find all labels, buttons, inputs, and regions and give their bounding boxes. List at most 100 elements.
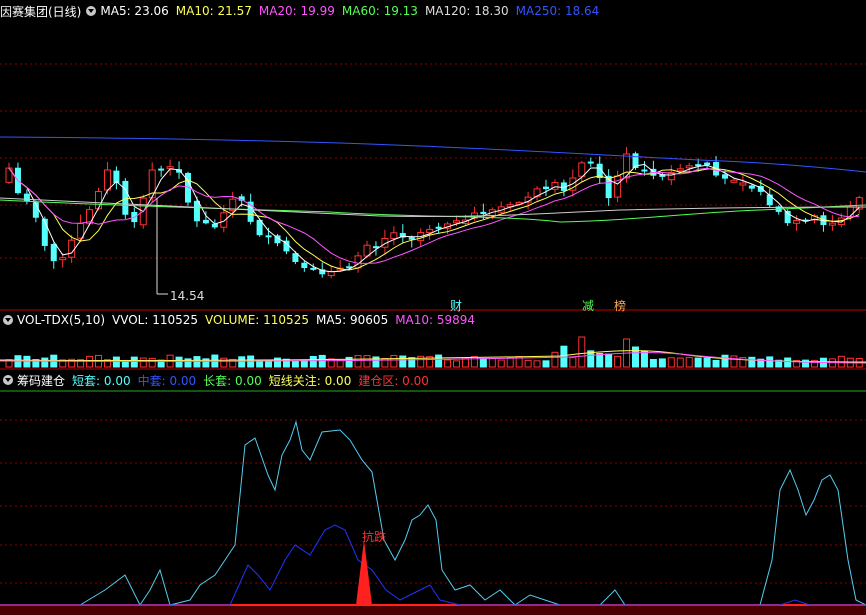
volume-bar — [667, 357, 675, 368]
volume-bar — [175, 356, 183, 368]
candle-body-down — [265, 235, 272, 238]
candle-body-down — [122, 180, 129, 215]
candle-body-down — [310, 267, 317, 270]
volume-bar — [256, 360, 264, 368]
candle-body-up — [676, 168, 684, 172]
volume-bar — [748, 356, 756, 368]
volume-bar — [139, 357, 147, 368]
candle-body-up — [390, 232, 398, 240]
volume-bar — [479, 358, 487, 368]
candle-body-down — [587, 161, 594, 164]
volume-bar — [542, 360, 550, 368]
candle-body-down — [722, 174, 728, 179]
volume-bar — [569, 357, 577, 368]
volume-bar — [274, 357, 281, 368]
volume-bar — [148, 357, 156, 368]
candle-body-up — [166, 166, 174, 170]
volume-bar — [470, 356, 478, 368]
volume-bar — [721, 354, 729, 368]
candle-body-up — [220, 212, 228, 228]
event-marker-bang[interactable]: 榜 — [614, 297, 626, 314]
ma120-line — [0, 197, 866, 218]
low-price-marker: 14.54 — [170, 289, 205, 303]
candle-body-up — [614, 175, 622, 198]
volume-bar — [130, 356, 138, 368]
volume-bar — [291, 360, 299, 368]
volume-bar — [676, 357, 684, 368]
volume-bar — [766, 356, 774, 368]
volume-bar — [640, 350, 648, 368]
volume-bar — [390, 355, 398, 368]
volume-bar — [658, 358, 666, 368]
short-trap-line — [0, 420, 866, 606]
candle-body-up — [68, 239, 76, 258]
candle-body-up — [837, 217, 845, 226]
volume-bar — [605, 353, 613, 368]
candle-body-up — [578, 162, 586, 177]
candle-body-down — [158, 168, 165, 171]
volume-bar — [309, 355, 317, 368]
volume-bar — [497, 359, 505, 368]
volume-bar — [578, 336, 586, 368]
volume-bar — [694, 357, 702, 368]
stock-chart-canvas[interactable] — [0, 0, 866, 615]
candle-body-down — [435, 226, 442, 229]
volume-bar — [551, 351, 559, 368]
volume-bar — [363, 355, 371, 368]
volume-bar — [730, 355, 738, 368]
event-marker-jian[interactable]: 减 — [582, 297, 594, 314]
candle-body-down — [480, 211, 487, 214]
volume-bar — [399, 355, 407, 368]
event-marker-cai[interactable]: 财 — [450, 297, 462, 314]
candle-body-down — [41, 218, 48, 246]
candle-body-up — [453, 220, 460, 224]
candle-body-down — [50, 243, 57, 262]
volume-bar — [336, 360, 344, 368]
candle-body-up — [730, 179, 738, 183]
candle-body-up — [103, 169, 111, 191]
signal-label: 抗跌 — [362, 530, 387, 544]
candle-body-up — [426, 228, 434, 234]
candle-body-down — [766, 194, 773, 206]
candle-body-up — [828, 222, 836, 226]
volume-bar — [533, 360, 541, 368]
candle-body-up — [685, 165, 693, 169]
volume-bar — [614, 355, 622, 368]
volume-bar — [408, 357, 416, 368]
volume-bar — [23, 355, 31, 368]
candle-body-up — [95, 191, 102, 210]
volume-bar — [453, 360, 460, 368]
candle-body-down — [23, 193, 30, 202]
volume-bar — [435, 354, 443, 368]
candle-body-up — [59, 257, 67, 261]
ma250-line — [0, 136, 866, 173]
volume-bar — [112, 356, 120, 368]
volume-bar — [461, 358, 469, 368]
accumulation-spike — [356, 540, 372, 605]
volume-bar — [712, 359, 720, 368]
volume-bar — [649, 359, 657, 368]
candle-body-up — [623, 153, 631, 179]
candle-body-up — [739, 182, 747, 186]
volume-bar — [354, 355, 362, 368]
candle-body-up — [846, 206, 854, 218]
candle-body-down — [202, 219, 209, 224]
candle-body-down — [704, 162, 711, 165]
volume-bar — [524, 359, 532, 368]
candle-body-down — [301, 262, 308, 268]
candle-body-down — [543, 186, 549, 190]
volume-bar — [596, 352, 604, 368]
volume-bar — [632, 346, 639, 368]
candle-body-down — [641, 169, 648, 172]
volume-bar — [488, 357, 496, 368]
volume-bar — [685, 357, 693, 368]
volume-bar — [703, 357, 711, 368]
volume-bar — [444, 359, 452, 368]
volume-bar — [238, 356, 246, 368]
volume-bar — [327, 358, 335, 368]
mid-trap-line — [0, 524, 866, 606]
volume-bar — [506, 357, 514, 368]
volume-bar — [784, 357, 792, 368]
candle-body-down — [748, 185, 755, 189]
volume-bar — [220, 357, 228, 368]
